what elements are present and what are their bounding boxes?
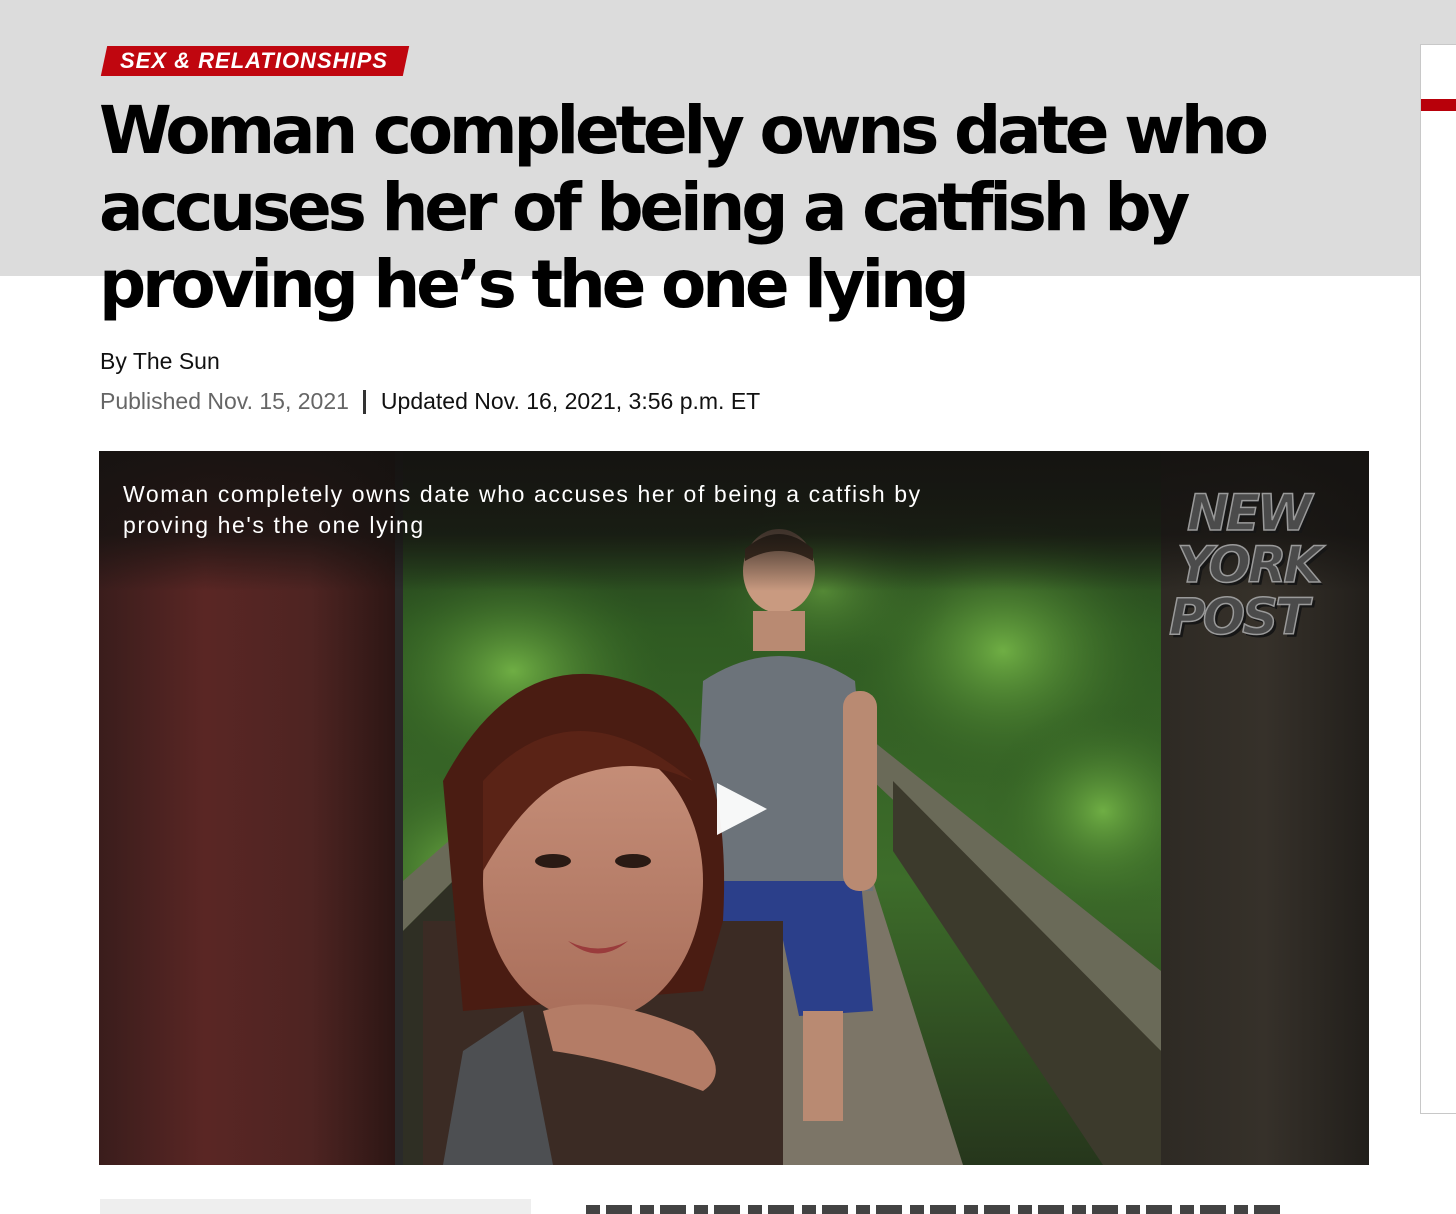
article-dates: Published Nov. 15, 2021 Updated Nov. 16,… <box>100 388 760 415</box>
video-title: Woman completely owns date who accuses h… <box>123 481 922 538</box>
video-player[interactable]: Woman completely owns date who accuses h… <box>99 451 1369 1165</box>
logo-line: YORK <box>1176 536 1323 594</box>
logo-line: POST <box>1168 588 1310 646</box>
byline: By The Sun <box>100 348 220 374</box>
category-tag[interactable]: SEX & RELATIONSHIPS <box>100 46 410 76</box>
sidebar-ad-placeholder <box>100 1199 531 1214</box>
updated-date: Updated Nov. 16, 2021, 3:56 p.m. ET <box>380 388 761 414</box>
category-label: SEX & RELATIONSHIPS <box>120 48 388 73</box>
article-headline: Woman completely owns date who accuses h… <box>99 92 1269 323</box>
play-icon[interactable] <box>715 781 771 837</box>
published-date: Published Nov. 15, 2021 <box>100 388 349 414</box>
logo-line: NEW <box>1186 484 1313 542</box>
date-separator <box>362 389 366 414</box>
side-panel <box>1420 44 1456 1114</box>
article-body-text <box>586 1203 1306 1214</box>
side-panel-accent <box>1421 99 1456 111</box>
new-york-post-logo: NEW YORK POST <box>1165 484 1335 657</box>
